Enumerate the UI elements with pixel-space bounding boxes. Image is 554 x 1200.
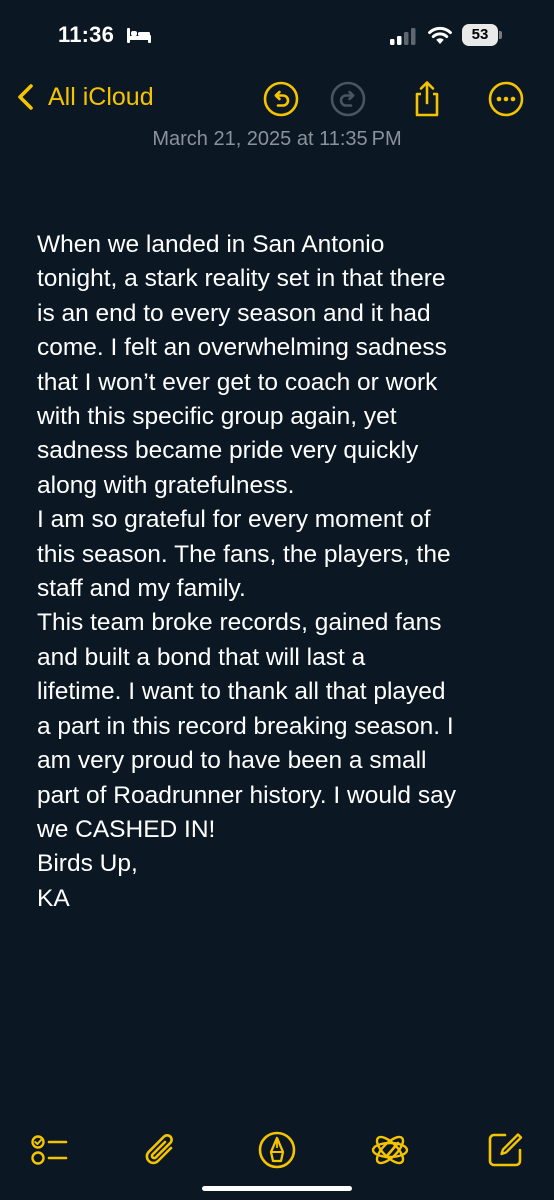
undo-icon: [263, 81, 299, 117]
note-line: am very proud to have been a small: [37, 747, 427, 775]
checklist-icon: [31, 1135, 68, 1165]
redo-button[interactable]: [329, 80, 367, 118]
note-line: Birds Up,: [37, 850, 138, 878]
bed-icon: [127, 28, 151, 43]
more-icon: [488, 81, 524, 117]
note-line: This team broke records, gained fans: [37, 609, 442, 637]
note-line: KA: [37, 884, 70, 912]
note-line: a part in this record breaking season. I: [37, 712, 454, 740]
back-label: All iCloud: [48, 82, 154, 111]
compose-button[interactable]: [485, 1130, 525, 1170]
note-line: When we landed in San Antonio: [37, 231, 385, 258]
share-icon: [415, 81, 439, 117]
note-line: and built a bond that will last a: [37, 643, 366, 671]
note-line: lifetime. I want to thank all that playe…: [37, 678, 446, 706]
note-line: come. I felt an overwhelming sadness: [37, 334, 447, 362]
attachment-button[interactable]: [141, 1130, 181, 1170]
redo-icon: [330, 81, 366, 117]
battery-cap: [499, 31, 502, 39]
chevron-left-icon: [18, 84, 33, 110]
note-body[interactable]: When we landed in San Antonio tonight, a…: [37, 228, 527, 916]
bottom-toolbar: [0, 1124, 554, 1174]
markup-pen-icon: [258, 1131, 296, 1169]
note-line: tonight, a stark reality set in that the…: [37, 265, 446, 293]
apple-intelligence-icon: [371, 1135, 409, 1165]
share-button[interactable]: [408, 80, 446, 118]
undo-button[interactable]: [262, 80, 300, 118]
cellular-signal-icon: [390, 28, 416, 45]
nav-bar: All iCloud: [0, 70, 554, 124]
note-line: sadness became pride very quickly: [37, 437, 419, 465]
home-indicator[interactable]: [202, 1186, 352, 1191]
note-line: this season. The fans, the players, the: [37, 540, 451, 568]
note-line: with this specific group again, yet: [37, 403, 397, 431]
markup-button[interactable]: [257, 1130, 297, 1170]
note-line: we CASHED IN!: [37, 815, 216, 843]
note-line: is an end to every season and it had: [37, 299, 431, 327]
checklist-button[interactable]: [29, 1130, 69, 1170]
status-time: 11:36: [58, 22, 115, 47]
note-line: part of Roadrunner history. I would say: [37, 781, 456, 809]
more-button[interactable]: [487, 80, 525, 118]
note-timestamp: March 21, 2025 at 11:35 PM: [152, 128, 402, 150]
note-line: along with gratefulness.: [37, 471, 295, 499]
writing-tools-button[interactable]: [370, 1130, 410, 1170]
compose-icon: [488, 1133, 523, 1167]
paperclip-icon: [145, 1134, 173, 1165]
battery-icon: 53: [462, 24, 502, 46]
note-line: I am so grateful for every moment of: [37, 506, 431, 534]
back-button[interactable]: All iCloud: [16, 80, 154, 114]
note-line: staff and my family.: [37, 575, 246, 603]
status-bar: 11:36 53: [0, 0, 554, 70]
note-line: that I won’t ever get to coach or work: [37, 368, 438, 396]
wifi-icon: [428, 26, 452, 44]
battery-level: 53: [462, 24, 498, 46]
